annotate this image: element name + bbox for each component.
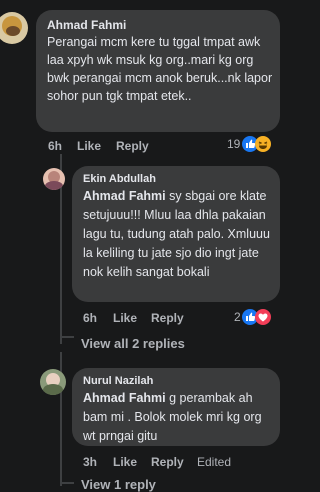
comment-text: Ahmad Fahmi g perambak ah bam mi . Bolok… (83, 389, 275, 446)
heart-icon (254, 309, 271, 325)
thread-connector (60, 482, 74, 484)
mention-link[interactable]: Ahmad Fahmi (83, 189, 166, 203)
comment-time[interactable]: 3h (83, 455, 97, 469)
laughing-icon (255, 136, 272, 152)
comment-bubble: Nurul Nazilah Ahmad Fahmi g perambak ah … (72, 368, 280, 446)
view-replies-link[interactable]: View 1 reply (81, 477, 156, 492)
reaction-summary[interactable]: 19 (227, 136, 272, 152)
avatar[interactable] (40, 369, 66, 395)
comment-author[interactable]: Ekin Abdullah (83, 173, 156, 185)
like-button[interactable]: Like (113, 455, 137, 469)
reaction-summary[interactable]: 2 (234, 309, 271, 325)
reaction-count: 19 (227, 137, 241, 151)
comment-author[interactable]: Ahmad Fahmi (47, 18, 126, 32)
like-button[interactable]: Like (113, 311, 137, 325)
avatar[interactable] (43, 168, 65, 190)
comment-author[interactable]: Nurul Nazilah (83, 375, 153, 387)
comment-text: Ahmad Fahmi sy sbgai ore klate setujuuu!… (83, 187, 275, 282)
avatar[interactable] (0, 12, 28, 44)
comment-time[interactable]: 6h (83, 311, 97, 325)
edited-label: Edited (197, 455, 232, 469)
comment-bubble: Ekin Abdullah Ahmad Fahmi sy sbgai ore k… (72, 166, 280, 302)
comment-bubble: Ahmad Fahmi Perangai mcm kere tu tggal t… (36, 10, 280, 132)
like-button[interactable]: Like (77, 139, 101, 153)
comment-time[interactable]: 6h (48, 139, 62, 153)
view-replies-link[interactable]: View all 2 replies (81, 336, 185, 351)
reply-button[interactable]: Reply (116, 139, 149, 153)
reply-button[interactable]: Reply (151, 455, 184, 469)
reaction-count: 2 (234, 310, 241, 324)
mention-link[interactable]: Ahmad Fahmi (83, 391, 166, 405)
reply-button[interactable]: Reply (151, 311, 184, 325)
thread-connector (60, 336, 74, 338)
comment-text: Perangai mcm kere tu tggal tmpat awk laa… (47, 35, 273, 103)
